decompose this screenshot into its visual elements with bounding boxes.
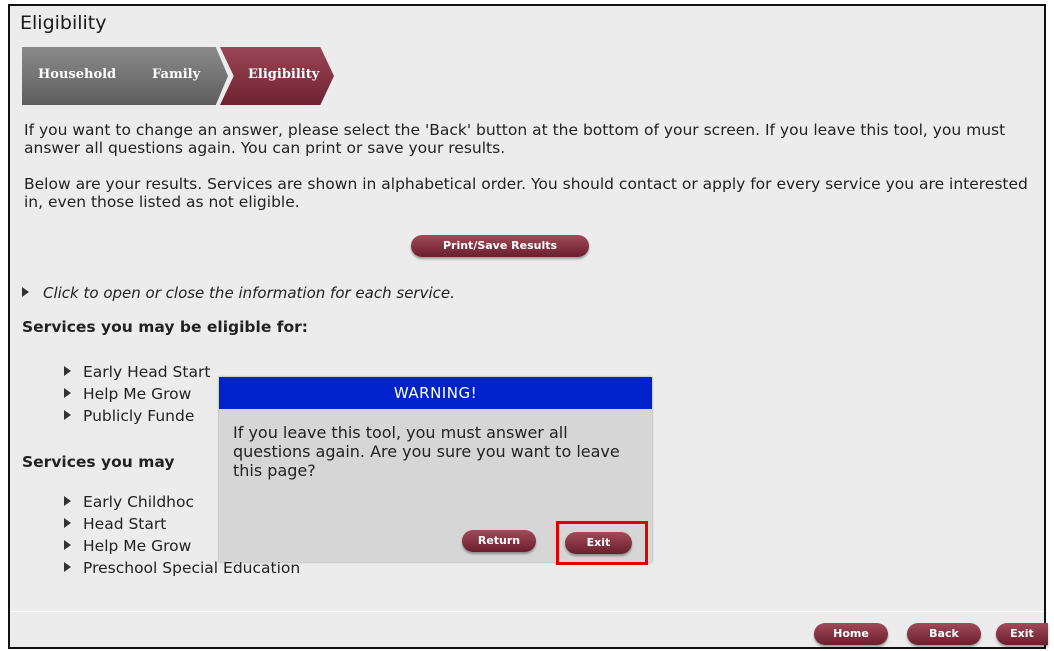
expand-triangle-icon bbox=[64, 366, 71, 376]
exit-button-highlight bbox=[556, 521, 648, 565]
hint-text: Click to open or close the information f… bbox=[43, 284, 455, 302]
dialog-title: WARNING! bbox=[219, 377, 652, 409]
home-button[interactable]: Home bbox=[814, 623, 888, 645]
warning-dialog: WARNING! If you leave this tool, you mus… bbox=[219, 377, 652, 565]
service-item[interactable]: Help Me Grow bbox=[64, 383, 210, 405]
expand-triangle-icon bbox=[64, 388, 71, 398]
toggle-hint: Click to open or close the information f… bbox=[22, 284, 455, 302]
instructions-paragraph: If you want to change an answer, please … bbox=[24, 121, 1006, 157]
service-label: Help Me Grow bbox=[83, 385, 192, 403]
step-family: Family bbox=[126, 47, 228, 105]
expand-triangle-icon bbox=[64, 540, 71, 550]
service-item[interactable]: Early Head Start bbox=[64, 361, 210, 383]
step-eligibility: Eligibility bbox=[220, 47, 334, 105]
not-eligible-heading: Services you may bbox=[22, 453, 175, 471]
back-button[interactable]: Back bbox=[907, 623, 981, 645]
return-button[interactable]: Return bbox=[462, 530, 536, 552]
service-label: Early Childhoc bbox=[83, 493, 194, 511]
dialog-message: If you leave this tool, you must answer … bbox=[233, 423, 620, 480]
expand-triangle-icon bbox=[64, 410, 71, 420]
eligible-heading: Services you may be eligible for: bbox=[22, 318, 308, 336]
page-title: Eligibility bbox=[20, 12, 107, 34]
step-household: Household bbox=[22, 47, 142, 105]
print-save-results-button[interactable]: Print/Save Results bbox=[411, 235, 589, 257]
expand-triangle-icon bbox=[64, 518, 71, 528]
footer-divider bbox=[10, 611, 1044, 612]
service-label: Early Head Start bbox=[83, 363, 211, 381]
expand-triangle-icon bbox=[64, 562, 71, 572]
expand-triangle-icon bbox=[22, 287, 29, 297]
service-item[interactable]: Publicly Funde bbox=[64, 405, 210, 427]
service-label: Publicly Funde bbox=[83, 407, 195, 425]
service-label: Head Start bbox=[83, 515, 167, 533]
exit-footer-button[interactable]: Exit bbox=[996, 623, 1048, 645]
tool-window: Eligibility Household Family Eligibility… bbox=[8, 4, 1048, 649]
results-paragraph: Below are your results. Services are sho… bbox=[24, 175, 1028, 211]
expand-triangle-icon bbox=[64, 496, 71, 506]
eligible-services-list: Early Head Start Help Me Grow Publicly F… bbox=[64, 361, 210, 427]
service-label: Help Me Grow bbox=[83, 537, 192, 555]
